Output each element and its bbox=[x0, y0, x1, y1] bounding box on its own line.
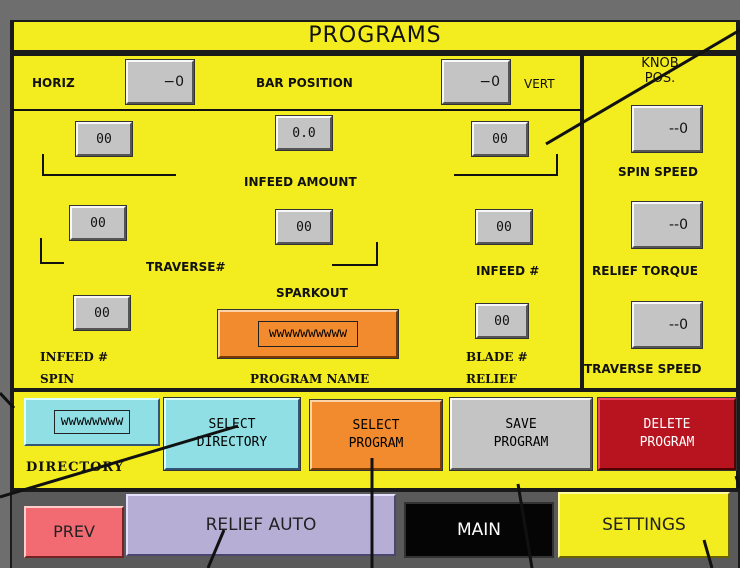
callout-line bbox=[0, 391, 16, 410]
callout-line bbox=[702, 539, 714, 568]
callout-line bbox=[734, 475, 740, 489]
callout-line bbox=[545, 28, 740, 146]
callout-line bbox=[0, 424, 239, 499]
callout-line bbox=[516, 483, 534, 568]
callout-line bbox=[206, 529, 226, 568]
callout-lines bbox=[0, 28, 740, 568]
